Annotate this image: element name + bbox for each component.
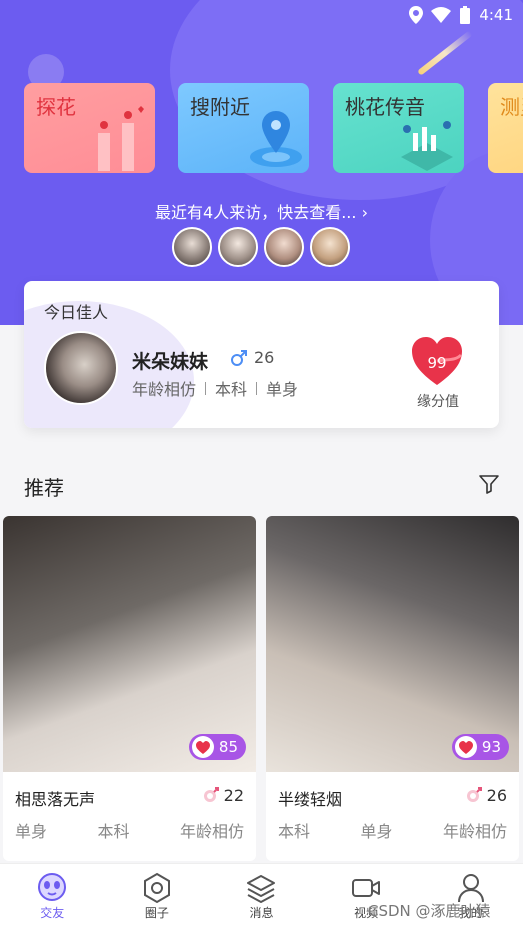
profile-name: 相思落无声 (15, 790, 96, 809)
tag: 单身 (360, 822, 393, 841)
divider (256, 381, 258, 395)
avatar[interactable] (172, 227, 212, 267)
nav-item-messages[interactable]: 消息 (209, 864, 314, 929)
avatar[interactable] (264, 227, 304, 267)
tile-label: 桃花传音 (345, 95, 425, 119)
nav-label: 圈子 (144, 906, 169, 920)
tag: 本科 (215, 380, 248, 399)
status-bar: 4:41 (409, 4, 513, 26)
layers-icon (247, 875, 276, 903)
watermark: CSDN @涿鹿叶猿 (368, 902, 491, 920)
tile-test[interactable]: 测灵 (488, 83, 523, 173)
recent-visitors-text: 最近有4人来访，快去查看... (155, 203, 357, 222)
profile-age: 26 (486, 786, 507, 805)
nav-label: 交友 (40, 906, 65, 920)
voice-illustration-icon (401, 121, 453, 171)
tag: 年龄相仿 (132, 380, 197, 399)
tag: 年龄相仿 (442, 822, 507, 841)
profile-age: 22 (223, 786, 244, 805)
female-icon (204, 787, 219, 802)
location-pin-icon (250, 111, 302, 167)
heart-icon (191, 736, 214, 758)
tile-voice[interactable]: 桃花传音 (333, 83, 464, 173)
tag: 本科 (278, 822, 311, 841)
fate-label: 缘分值 (417, 394, 459, 410)
nav-item-friends[interactable]: 交友 (0, 864, 105, 929)
section-title: 推荐 (24, 476, 64, 500)
nav-item-circle[interactable]: 圈子 (105, 864, 210, 929)
nav-label: 消息 (249, 906, 274, 920)
chat-face-icon (38, 873, 67, 901)
wifi-icon (431, 7, 452, 23)
filter-icon[interactable] (478, 473, 500, 495)
user-age: 26 (254, 348, 275, 367)
user-tags: 年龄相仿 本科 单身 (132, 376, 298, 400)
score-badge: 85 (188, 734, 246, 760)
tag: 年龄相仿 (179, 822, 244, 841)
hero-banner: 4:41 探花 搜附近 桃花传音 测灵 (0, 0, 523, 325)
score-badge: 93 (451, 734, 509, 760)
location-icon (409, 6, 424, 24)
card-title: 今日佳人 (44, 303, 109, 322)
status-time: 4:41 (479, 6, 513, 24)
profile-name: 半缕轻烟 (278, 790, 343, 809)
score-value: 85 (218, 738, 238, 756)
user-name: 米朵妹妹 (132, 351, 209, 373)
divider (205, 381, 207, 395)
profile-tags: 本科 单身 年龄相仿 (278, 818, 507, 842)
hexagon-icon (143, 872, 170, 904)
score-value: 93 (481, 738, 501, 756)
avatar[interactable] (218, 227, 258, 267)
tile-nearby[interactable]: 搜附近 (178, 83, 309, 173)
explore-illustration-icon (98, 106, 144, 171)
tile-label: 搜附近 (190, 95, 250, 119)
heart-icon (454, 736, 477, 758)
chevron-right-icon: › (361, 203, 368, 222)
tag: 单身 (266, 380, 299, 399)
battery-icon (460, 6, 471, 24)
male-icon (231, 350, 247, 366)
profile-tags: 单身 本科 年龄相仿 (15, 818, 244, 842)
avatar[interactable] (310, 227, 350, 267)
avatar[interactable] (44, 331, 118, 405)
profile-card[interactable]: 93 半缕轻烟 26 本科 单身 年龄相仿 (266, 516, 519, 861)
today-pick-card[interactable]: 今日佳人 米朵妹妹 26 年龄相仿 本科 单身 99 缘分值 (24, 281, 499, 428)
profile-card[interactable]: 85 相思落无声 22 单身 本科 年龄相仿 (3, 516, 256, 861)
tag: 本科 (97, 822, 130, 841)
recent-visitors-link[interactable]: 最近有4人来访，快去查看... › (0, 199, 523, 223)
tag: 单身 (15, 822, 48, 841)
tile-explore[interactable]: 探花 (24, 83, 155, 173)
visitor-avatars (172, 227, 350, 267)
female-icon (467, 787, 482, 802)
fate-score: 99 (427, 354, 447, 372)
tile-label: 探花 (36, 95, 76, 119)
tile-label: 测灵 (500, 95, 523, 119)
